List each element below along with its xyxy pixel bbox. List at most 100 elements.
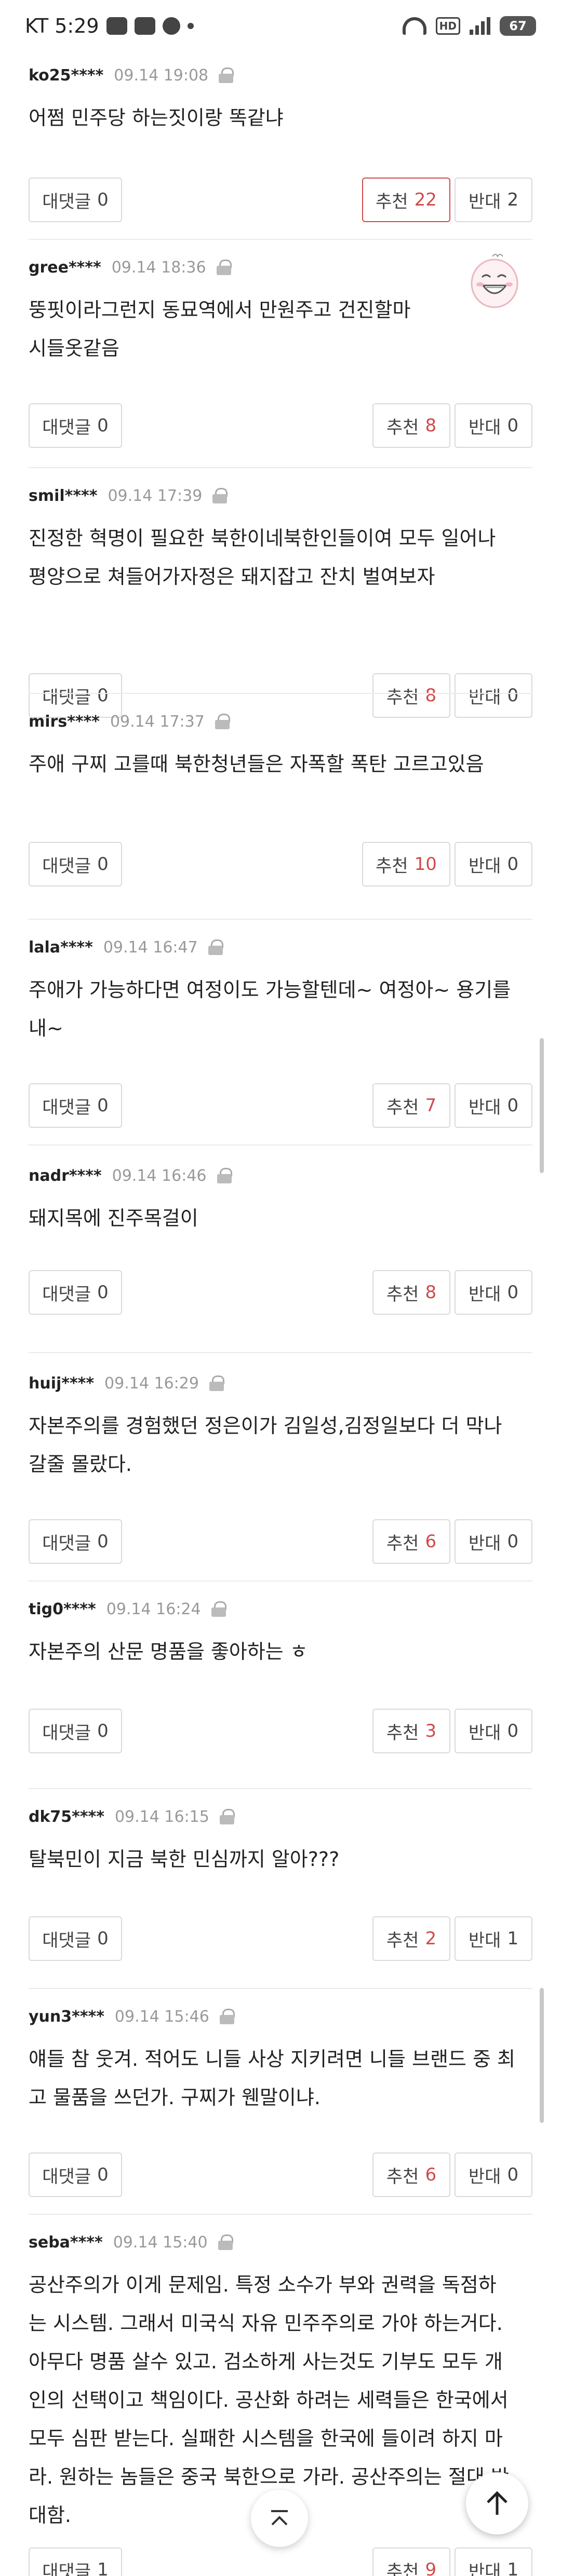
reply-button[interactable]: 대댓글 0 <box>29 403 122 448</box>
reply-label: 대댓글 <box>42 1722 91 1743</box>
comment-author[interactable]: lala**** <box>29 938 93 957</box>
recommend-button[interactable]: 추천 8 <box>372 403 450 448</box>
comment-actions: 대댓글 0 추천 8 반대 0 <box>29 1270 532 1315</box>
recommend-button[interactable]: 추천 22 <box>362 178 450 222</box>
oppose-button[interactable]: 반대 2 <box>455 178 532 222</box>
reply-label: 대댓글 <box>42 417 91 438</box>
comment-author[interactable]: nadr**** <box>29 1167 102 1185</box>
comment-author[interactable]: seba**** <box>29 2233 103 2252</box>
arrow-up-icon <box>487 2491 507 2515</box>
comment-actions: 대댓글 1 추천 9 반대 1 <box>29 2547 532 2576</box>
scrollbar[interactable] <box>540 1038 544 1173</box>
comment-meta: dk75**** 09.14 16:15 <box>29 1804 532 1830</box>
comment-author[interactable]: ko25**** <box>29 66 103 85</box>
recommend-button[interactable]: 추천 7 <box>372 1083 450 1128</box>
recommend-button[interactable]: 추천 9 <box>372 2547 450 2576</box>
oppose-button[interactable]: 반대 0 <box>455 1709 532 1753</box>
comment-meta: ko25**** 09.14 19:08 <box>29 62 532 88</box>
reply-button[interactable]: 대댓글 0 <box>29 1709 122 1753</box>
oppose-label: 반대 <box>468 1097 501 1118</box>
oppose-button[interactable]: 반대 1 <box>455 1916 532 1961</box>
oppose-button[interactable]: 반대 1 <box>455 2547 532 2576</box>
comment-divider <box>29 1988 532 1989</box>
cloud-icon <box>134 17 155 35</box>
oppose-count: 1 <box>507 2559 519 2576</box>
comment-author[interactable]: gree**** <box>29 258 101 277</box>
comment-item: lala**** 09.14 16:47 주애가 가능하다면 여정이도 가능할텐… <box>29 934 532 1128</box>
recommend-button[interactable]: 추천 10 <box>362 842 450 887</box>
oppose-button[interactable]: 반대 0 <box>455 1083 532 1128</box>
go-up-button[interactable] <box>466 2472 528 2534</box>
recommend-count: 9 <box>425 2559 437 2576</box>
comment-meta: tig0**** 09.14 16:24 <box>29 1596 532 1622</box>
reply-button[interactable]: 대댓글 1 <box>29 2547 122 2576</box>
recommend-count: 6 <box>425 2164 437 2185</box>
comment-text-line: 아무다 명품 살수 있고. 검소하게 사는것도 기부도 모두 개 <box>29 2350 503 2373</box>
comment-author[interactable]: mirs**** <box>29 713 100 731</box>
reply-button[interactable]: 대댓글 0 <box>29 1270 122 1315</box>
reply-count: 0 <box>97 1282 109 1303</box>
recommend-count: 3 <box>425 1721 437 1741</box>
oppose-count: 0 <box>507 1531 519 1552</box>
notification-icon <box>106 17 127 35</box>
lock-icon <box>211 1601 226 1617</box>
recommend-label: 추천 <box>386 2561 419 2576</box>
recommend-button[interactable]: 추천 3 <box>372 1709 450 1753</box>
lock-icon <box>208 939 223 955</box>
comment-text: 돼지목에 진주목걸이 <box>29 1199 532 1237</box>
comment-author[interactable]: smil**** <box>29 487 97 505</box>
reply-button[interactable]: 대댓글 0 <box>29 2152 122 2197</box>
oppose-label: 반대 <box>468 855 501 877</box>
reply-button[interactable]: 대댓글 0 <box>29 1519 122 1564</box>
reply-button[interactable]: 대댓글 0 <box>29 1916 122 1961</box>
recommend-count: 10 <box>414 854 437 875</box>
scrollbar-lower[interactable] <box>540 1988 544 2123</box>
recommend-count: 22 <box>414 189 437 210</box>
comment-item: nadr**** 09.14 16:46 돼지목에 진주목걸이 대댓글 0 추천… <box>29 1163 532 1315</box>
recommend-button[interactable]: 추천 6 <box>372 2152 450 2197</box>
reply-button[interactable]: 대댓글 0 <box>29 178 122 222</box>
reply-label: 대댓글 <box>42 1284 91 1305</box>
comment-date: 09.14 16:24 <box>106 1600 201 1618</box>
comment-actions: 대댓글 0 추천 3 반대 0 <box>29 1709 532 1753</box>
reply-button[interactable]: 대댓글 0 <box>29 842 122 887</box>
recommend-label: 추천 <box>386 1284 419 1305</box>
battery-level: 67 <box>509 19 527 33</box>
recommend-button[interactable]: 추천 2 <box>372 1916 450 1961</box>
oppose-count: 0 <box>507 1282 519 1303</box>
comment-date: 09.14 16:46 <box>112 1166 207 1185</box>
oppose-label: 반대 <box>468 2166 501 2187</box>
reply-label: 대댓글 <box>42 191 91 212</box>
comment-meta: seba**** 09.14 15:40 <box>29 2229 532 2255</box>
recommend-button[interactable]: 추천 6 <box>372 1519 450 1564</box>
comment-author[interactable]: huij**** <box>29 1374 94 1393</box>
recommend-count: 7 <box>425 1095 437 1116</box>
comment-author[interactable]: tig0**** <box>29 1600 96 1618</box>
comment-author[interactable]: dk75**** <box>29 1808 104 1826</box>
reply-count: 1 <box>97 2559 109 2576</box>
recommend-button[interactable]: 추천 8 <box>372 1270 450 1315</box>
oppose-button[interactable]: 반대 0 <box>455 403 532 448</box>
oppose-button[interactable]: 반대 0 <box>455 1270 532 1315</box>
comment-author[interactable]: yun3**** <box>29 2008 104 2026</box>
oppose-label: 반대 <box>468 2561 501 2576</box>
hd-icon: HD <box>435 17 460 35</box>
comment-text-line: 탈북민이 지금 북한 민심까지 알아??? <box>29 1848 340 1871</box>
comment-item: smil**** 09.14 17:39 진정한 혁명이 필요한 북한이네북한인… <box>29 483 532 718</box>
scroll-top-button[interactable] <box>251 2490 308 2547</box>
lock-icon <box>217 1168 232 1183</box>
oppose-button[interactable]: 반대 0 <box>455 2152 532 2197</box>
comment-divider <box>29 1788 532 1789</box>
oppose-button[interactable]: 반대 0 <box>455 842 532 887</box>
recommend-label: 추천 <box>386 1722 419 1743</box>
comment-text: 탈북민이 지금 북한 민심까지 알아??? <box>29 1840 532 1878</box>
comment-item: gree**** 09.14 18:36 뚱핏이라그런지 동묘역에서 만원주고 … <box>29 254 532 448</box>
reply-button[interactable]: 대댓글 0 <box>29 1083 122 1128</box>
comment-date: 09.14 15:40 <box>113 2233 208 2252</box>
oppose-count: 0 <box>507 1095 519 1116</box>
comment-meta: lala**** 09.14 16:47 <box>29 934 532 960</box>
comment-text: 뚱핏이라그런지 동묘역에서 만원주고 건진할마 시들옷같음 <box>29 291 532 367</box>
oppose-button[interactable]: 반대 0 <box>455 1519 532 1564</box>
comment-item: ko25**** 09.14 19:08 어쩜 민주당 하는짓이랑 똑같냐 대댓… <box>29 62 532 222</box>
reply-count: 0 <box>97 2164 109 2185</box>
